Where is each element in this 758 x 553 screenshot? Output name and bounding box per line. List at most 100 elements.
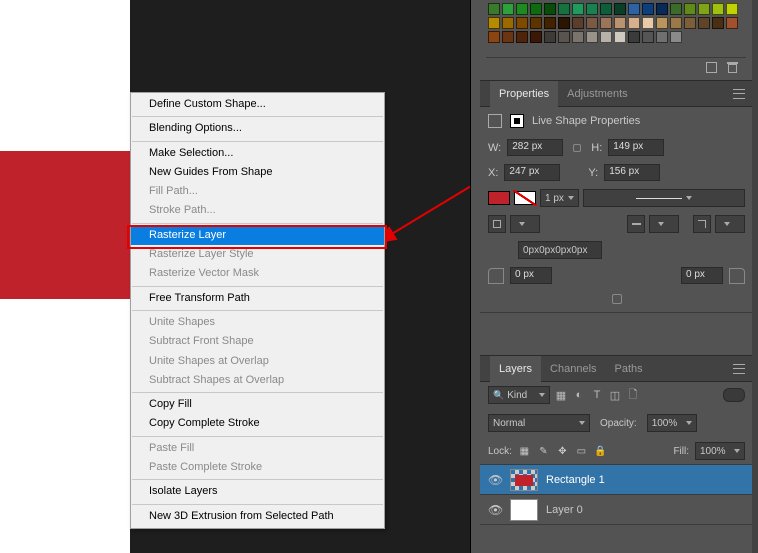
stroke-align-icon[interactable] xyxy=(488,215,506,233)
stroke-color-swatch[interactable] xyxy=(514,191,536,205)
menu-item[interactable]: Blending Options... xyxy=(131,119,384,138)
swatches-panel[interactable] xyxy=(486,0,746,52)
swatch[interactable] xyxy=(572,31,584,43)
swatch[interactable] xyxy=(530,31,542,43)
corner-dropdown[interactable] xyxy=(715,215,745,233)
swatch[interactable] xyxy=(600,17,612,29)
swatch[interactable] xyxy=(614,17,626,29)
swatch[interactable] xyxy=(614,3,626,15)
filter-shape-icon[interactable]: ◫ xyxy=(608,388,622,402)
swatch[interactable] xyxy=(684,3,696,15)
swatch[interactable] xyxy=(642,17,654,29)
cap-dropdown[interactable] xyxy=(649,215,679,233)
tab-paths[interactable]: Paths xyxy=(606,356,652,382)
swatch[interactable] xyxy=(656,17,668,29)
all-corners-field[interactable]: 0px0px0px0px xyxy=(518,241,602,259)
swatch[interactable] xyxy=(516,31,528,43)
swatch[interactable] xyxy=(572,17,584,29)
swatch[interactable] xyxy=(656,31,668,43)
swatch[interactable] xyxy=(544,31,556,43)
lock-position-icon[interactable]: ✥ xyxy=(556,445,569,458)
swatch[interactable] xyxy=(712,17,724,29)
panel-menu-icon[interactable] xyxy=(733,89,745,99)
swatch[interactable] xyxy=(586,3,598,15)
menu-item[interactable]: New 3D Extrusion from Selected Path xyxy=(131,507,384,526)
panel-menu-icon[interactable] xyxy=(733,364,745,374)
link-wh-icon[interactable] xyxy=(573,144,581,152)
fill-color-swatch[interactable] xyxy=(488,191,510,205)
opacity-dropdown[interactable]: 100% xyxy=(647,414,697,432)
swatch[interactable] xyxy=(516,17,528,29)
corner-tl-field[interactable]: 0 px xyxy=(510,267,552,284)
menu-item[interactable]: New Guides From Shape xyxy=(131,163,384,182)
filter-pixel-icon[interactable]: ▦ xyxy=(554,388,568,402)
filter-smart-icon[interactable]: 🗋 xyxy=(626,388,640,402)
swatch[interactable] xyxy=(642,3,654,15)
filter-toggle[interactable] xyxy=(723,388,745,402)
swatch[interactable] xyxy=(712,3,724,15)
swatch[interactable] xyxy=(544,17,556,29)
lock-artboard-icon[interactable]: ▭ xyxy=(575,445,588,458)
swatch[interactable] xyxy=(600,3,612,15)
visibility-icon[interactable]: 👁 xyxy=(488,473,502,487)
tab-adjustments[interactable]: Adjustments xyxy=(558,81,637,107)
layer-thumbnail[interactable] xyxy=(510,469,538,491)
height-field[interactable]: 149 px xyxy=(608,139,664,156)
width-field[interactable]: 282 px xyxy=(507,139,563,156)
swatch[interactable] xyxy=(670,17,682,29)
delete-swatch-icon[interactable] xyxy=(727,62,738,73)
swatch[interactable] xyxy=(572,3,584,15)
cap-icon[interactable] xyxy=(627,215,645,233)
swatch[interactable] xyxy=(558,31,570,43)
menu-item[interactable]: Copy Fill xyxy=(131,395,384,414)
layer-row[interactable]: 👁Layer 0 xyxy=(480,495,753,525)
swatch[interactable] xyxy=(698,17,710,29)
swatch[interactable] xyxy=(530,17,542,29)
swatch[interactable] xyxy=(600,31,612,43)
swatch[interactable] xyxy=(726,3,738,15)
swatch[interactable] xyxy=(544,3,556,15)
stroke-width-dropdown[interactable]: 1 px xyxy=(540,189,579,207)
blend-mode-dropdown[interactable]: Normal xyxy=(488,414,590,432)
corner-icon[interactable] xyxy=(693,215,711,233)
swatch[interactable] xyxy=(642,31,654,43)
lock-pixels-icon[interactable]: ✎ xyxy=(537,445,550,458)
swatch[interactable] xyxy=(726,17,738,29)
x-field[interactable]: 247 px xyxy=(504,164,560,181)
tab-channels[interactable]: Channels xyxy=(541,356,605,382)
context-menu[interactable]: Define Custom Shape... Blending Options..… xyxy=(130,92,385,529)
swatch[interactable] xyxy=(502,17,514,29)
swatch[interactable] xyxy=(698,3,710,15)
swatch[interactable] xyxy=(586,31,598,43)
tab-layers[interactable]: Layers xyxy=(490,356,541,382)
swatch[interactable] xyxy=(502,31,514,43)
link-corners-icon[interactable] xyxy=(612,294,622,304)
swatch[interactable] xyxy=(684,17,696,29)
tab-properties[interactable]: Properties xyxy=(490,81,558,107)
swatch[interactable] xyxy=(558,3,570,15)
visibility-icon[interactable]: 👁 xyxy=(488,503,502,517)
swatch[interactable] xyxy=(488,17,500,29)
swatch[interactable] xyxy=(530,3,542,15)
new-swatch-icon[interactable] xyxy=(706,62,717,73)
swatch[interactable] xyxy=(628,17,640,29)
menu-item[interactable]: Copy Complete Stroke xyxy=(131,414,384,433)
swatch[interactable] xyxy=(670,3,682,15)
swatch[interactable] xyxy=(586,17,598,29)
stroke-align-dropdown[interactable] xyxy=(510,215,540,233)
swatch[interactable] xyxy=(628,3,640,15)
swatch[interactable] xyxy=(614,31,626,43)
fill-dropdown[interactable]: 100% xyxy=(695,442,745,460)
lock-all-icon[interactable]: 🔒 xyxy=(594,445,607,458)
swatch[interactable] xyxy=(558,17,570,29)
filter-adjust-icon[interactable]: ◐ xyxy=(572,388,586,402)
swatch[interactable] xyxy=(488,31,500,43)
swatch[interactable] xyxy=(656,3,668,15)
y-field[interactable]: 156 px xyxy=(604,164,660,181)
layer-thumbnail[interactable] xyxy=(510,499,538,521)
swatch[interactable] xyxy=(502,3,514,15)
layer-row[interactable]: 👁Rectangle 1 xyxy=(480,465,753,495)
filter-kind-dropdown[interactable]: 🔍Kind xyxy=(488,386,550,404)
menu-item[interactable]: Define Custom Shape... xyxy=(131,95,384,114)
lock-transparency-icon[interactable]: ▦ xyxy=(518,445,531,458)
